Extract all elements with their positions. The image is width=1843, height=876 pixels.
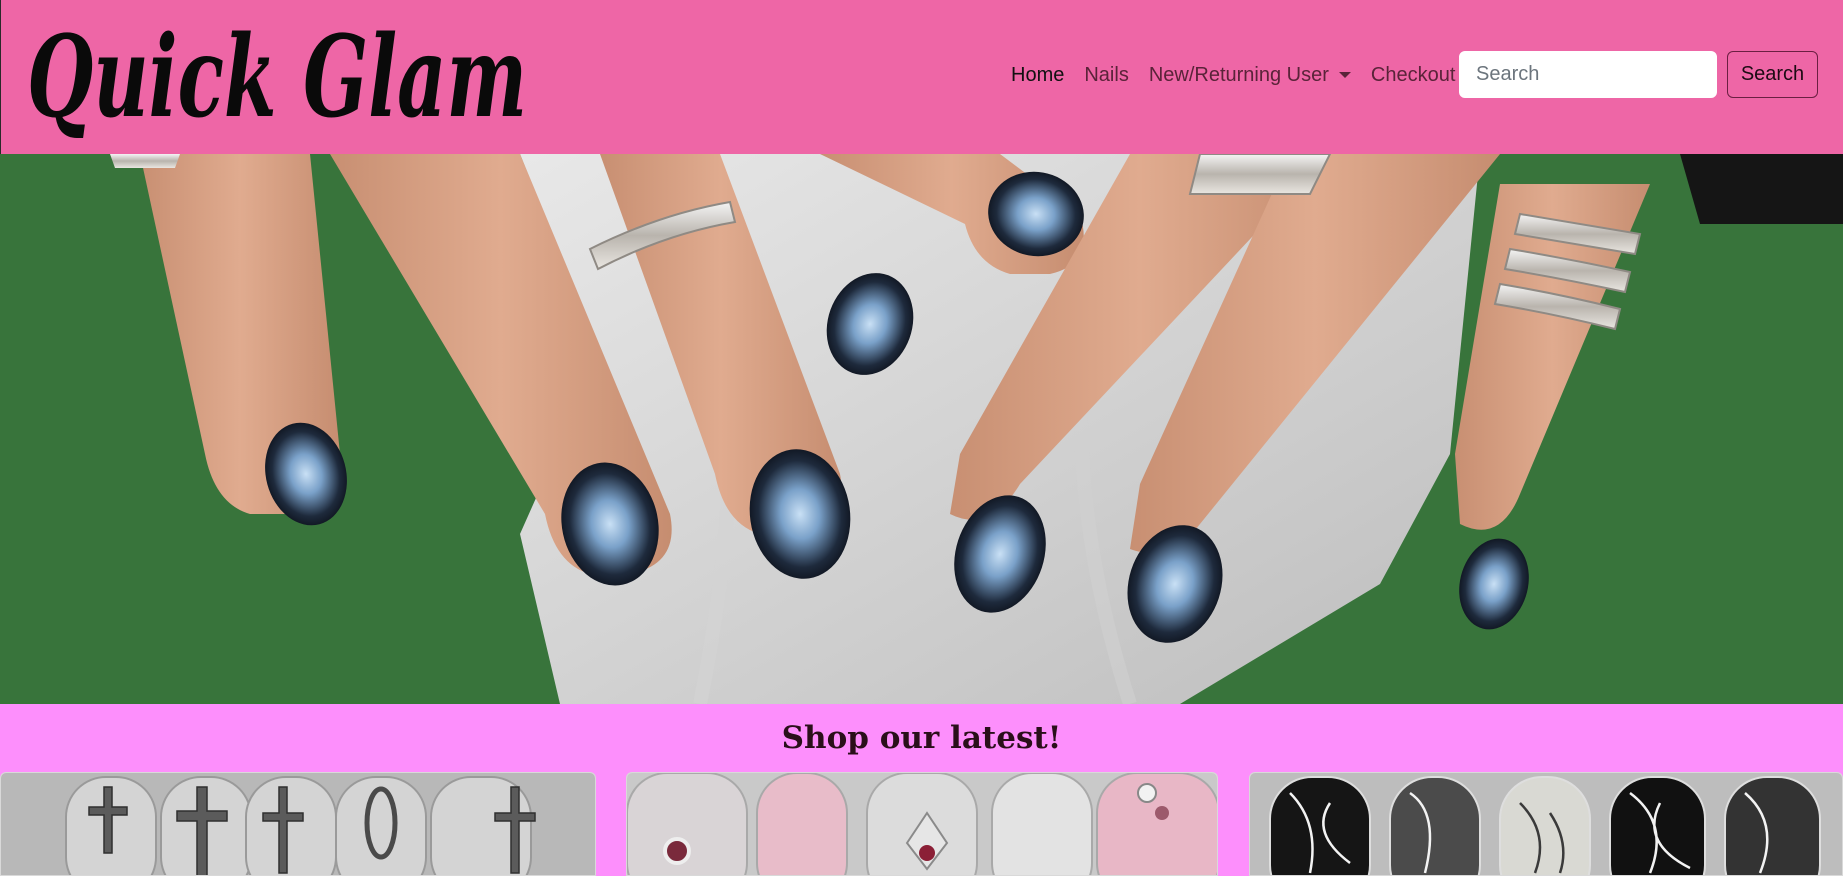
chevron-down-icon xyxy=(1338,72,1351,78)
nav-nails-link[interactable]: Nails xyxy=(1074,64,1138,87)
nav-user-dropdown[interactable]: New/Returning User xyxy=(1139,64,1361,87)
hero-nails-photo xyxy=(0,154,1843,704)
chrome-cross-nails-image xyxy=(1,773,595,875)
shop-section-header: Shop our latest! xyxy=(0,704,1843,772)
product-grid xyxy=(0,772,1843,876)
navbar: Quick Glam Home Nails New/Returning User… xyxy=(0,0,1843,154)
nav-checkout-link[interactable]: Checkout xyxy=(1361,64,1466,87)
brand-logo[interactable]: Quick Glam xyxy=(27,8,527,148)
brand-name: Quick Glam xyxy=(27,12,527,143)
hero-banner xyxy=(0,154,1843,704)
pink-chrome-nails-image xyxy=(627,773,1217,875)
brand-logo-art: Quick Glam xyxy=(27,12,527,143)
nav-user-label: New/Returning User xyxy=(1148,63,1329,86)
nav-home-link[interactable]: Home xyxy=(1001,64,1074,87)
search-button[interactable]: Search xyxy=(1727,51,1818,98)
black-marble-nails-image xyxy=(1250,773,1842,875)
main-nav: Home Nails New/Returning User Checkout xyxy=(1001,58,1465,92)
product-card[interactable] xyxy=(626,772,1218,876)
shop-title: Shop our latest! xyxy=(781,720,1062,756)
product-card[interactable] xyxy=(1249,772,1843,876)
search-input[interactable] xyxy=(1459,51,1717,98)
product-card[interactable] xyxy=(0,772,596,876)
